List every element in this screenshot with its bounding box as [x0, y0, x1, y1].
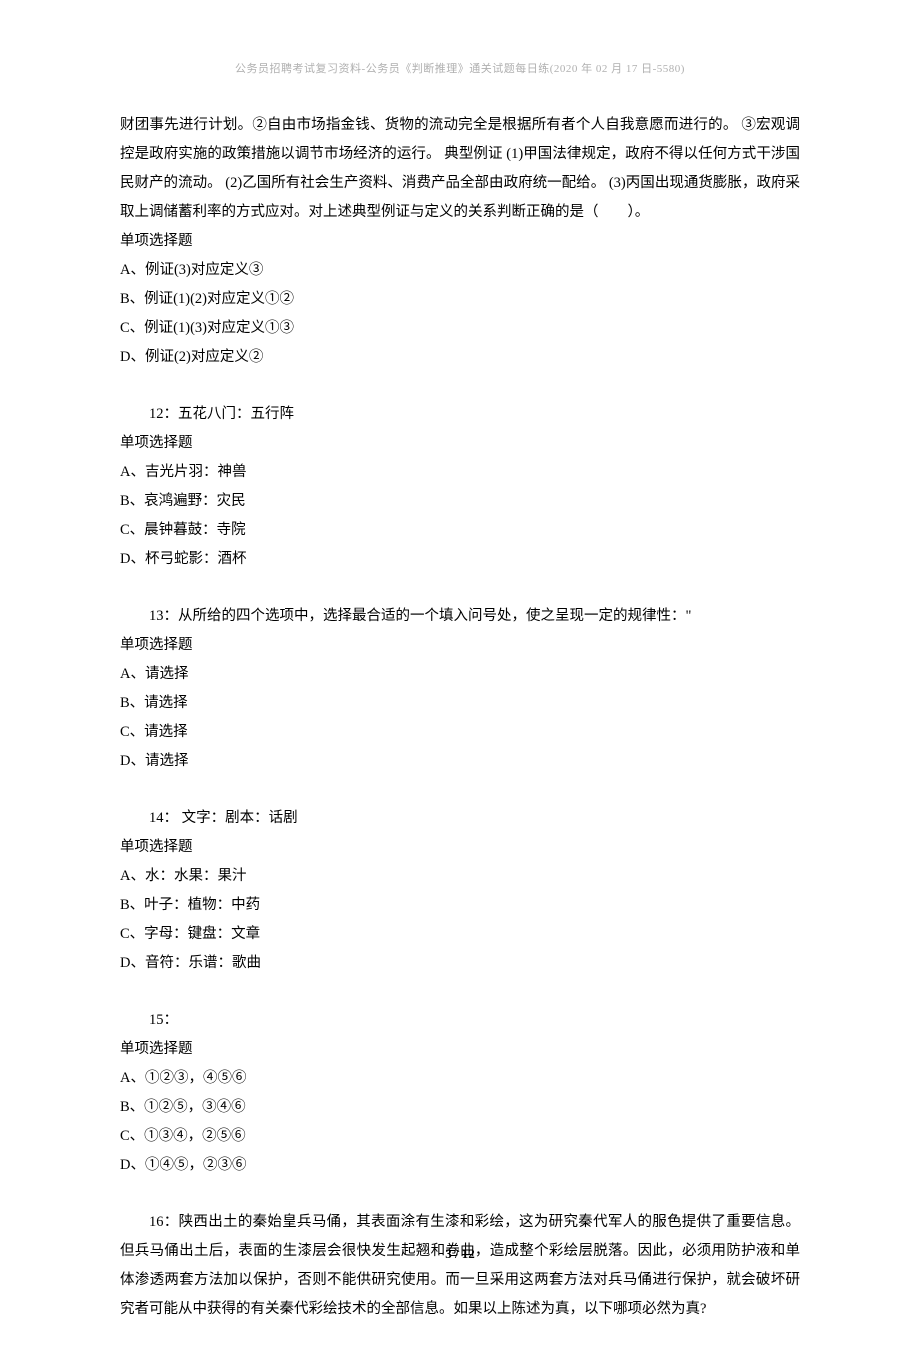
question-15-option-c: C、①③④，②⑤⑥ [120, 1122, 800, 1151]
question-15-type: 单项选择题 [120, 1035, 800, 1064]
question-16-block: 16：陕西出土的秦始皇兵马俑，其表面涂有生漆和彩绘，这为研究秦代军人的服色提供了… [120, 1208, 800, 1324]
page-number: 3 / 12 [0, 1246, 920, 1262]
question-11-option-b: B、例证(1)(2)对应定义①② [120, 285, 800, 314]
question-13-stem: 13：从所给的四个选项中，选择最合适的一个填入问号处，使之呈现一定的规律性：" [120, 602, 800, 631]
question-11-option-d: D、例证(2)对应定义② [120, 343, 800, 372]
question-11-option-c: C、例证(1)(3)对应定义①③ [120, 314, 800, 343]
page-header: 公务员招聘考试复习资料-公务员《判断推理》通关试题每日练(2020 年 02 月… [120, 60, 800, 76]
question-14-type: 单项选择题 [120, 833, 800, 862]
question-15-block: 15： 单项选择题 A、①②③，④⑤⑥ B、①②⑤，③④⑥ C、①③④，②⑤⑥ … [120, 1006, 800, 1180]
question-16-stem: 16：陕西出土的秦始皇兵马俑，其表面涂有生漆和彩绘，这为研究秦代军人的服色提供了… [120, 1208, 800, 1324]
question-12-stem: 12：五花八门：五行阵 [120, 400, 800, 429]
question-11-option-a: A、例证(3)对应定义③ [120, 256, 800, 285]
question-15-option-a: A、①②③，④⑤⑥ [120, 1064, 800, 1093]
question-13-type: 单项选择题 [120, 631, 800, 660]
main-content: 财团事先进行计划。②自由市场指金钱、货物的流动完全是根据所有者个人自我意愿而进行… [120, 111, 800, 1324]
question-12-option-c: C、晨钟暮鼓：寺院 [120, 516, 800, 545]
question-14-option-a: A、水：水果：果汁 [120, 862, 800, 891]
question-13-option-d: D、请选择 [120, 747, 800, 776]
question-14-stem: 14： 文字：剧本：话剧 [120, 804, 800, 833]
question-15-option-d: D、①④⑤，②③⑥ [120, 1151, 800, 1180]
question-15-stem: 15： [120, 1006, 800, 1035]
question-14-option-b: B、叶子：植物：中药 [120, 891, 800, 920]
question-14-option-c: C、字母：键盘：文章 [120, 920, 800, 949]
question-15-option-b: B、①②⑤，③④⑥ [120, 1093, 800, 1122]
question-11-block: 财团事先进行计划。②自由市场指金钱、货物的流动完全是根据所有者个人自我意愿而进行… [120, 111, 800, 372]
question-13-option-a: A、请选择 [120, 660, 800, 689]
question-12-option-d: D、杯弓蛇影：酒杯 [120, 545, 800, 574]
question-14-block: 14： 文字：剧本：话剧 单项选择题 A、水：水果：果汁 B、叶子：植物：中药 … [120, 804, 800, 978]
question-13-block: 13：从所给的四个选项中，选择最合适的一个填入问号处，使之呈现一定的规律性：" … [120, 602, 800, 776]
question-13-option-c: C、请选择 [120, 718, 800, 747]
question-12-block: 12：五花八门：五行阵 单项选择题 A、吉光片羽：神兽 B、哀鸿遍野：灾民 C、… [120, 400, 800, 574]
question-11-stem: 财团事先进行计划。②自由市场指金钱、货物的流动完全是根据所有者个人自我意愿而进行… [120, 111, 800, 227]
question-12-type: 单项选择题 [120, 429, 800, 458]
question-13-option-b: B、请选择 [120, 689, 800, 718]
question-11-type: 单项选择题 [120, 227, 800, 256]
question-12-option-a: A、吉光片羽：神兽 [120, 458, 800, 487]
question-14-option-d: D、音符：乐谱：歌曲 [120, 949, 800, 978]
question-12-option-b: B、哀鸿遍野：灾民 [120, 487, 800, 516]
